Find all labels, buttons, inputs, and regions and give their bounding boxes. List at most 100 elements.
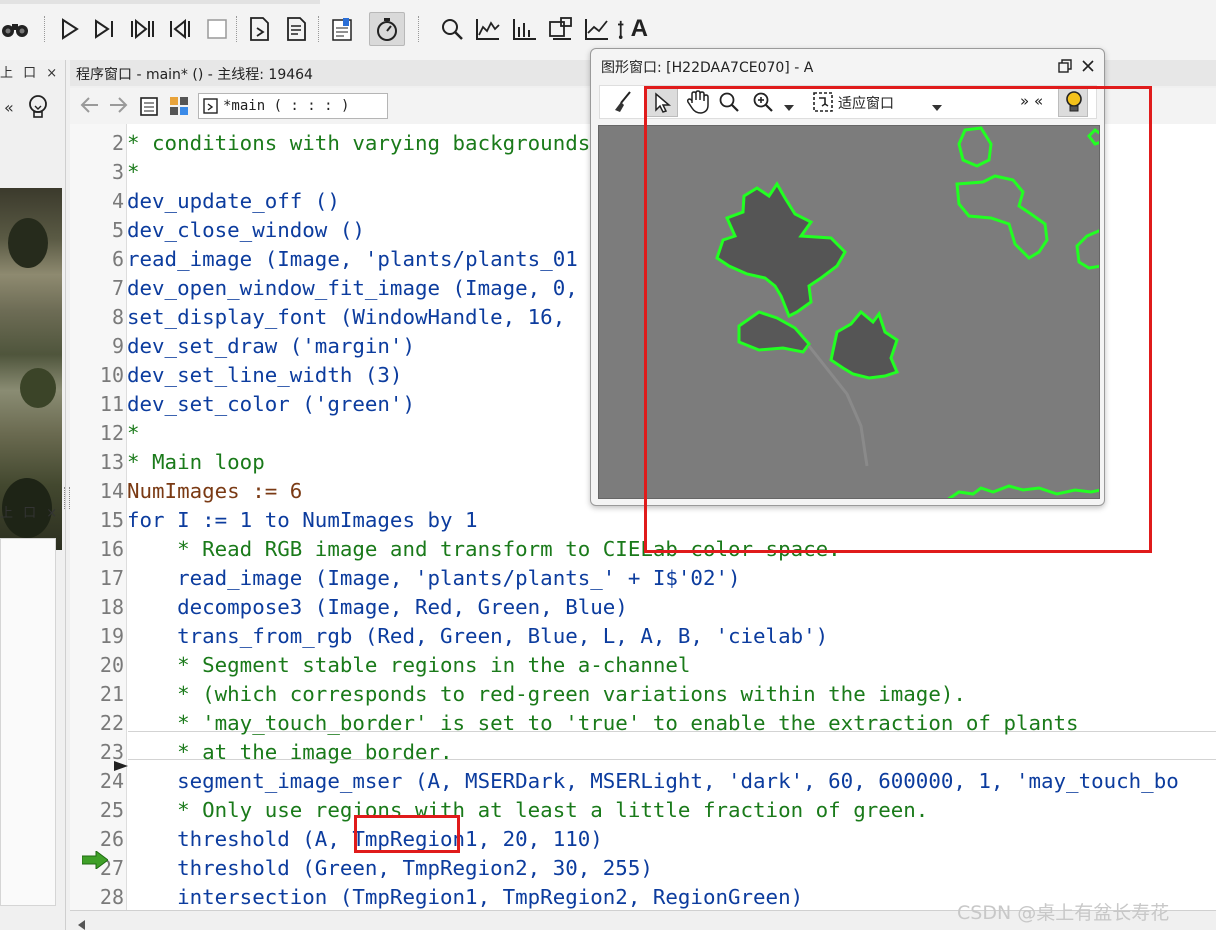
code-line[interactable]: read_image (Image, 'plants/plants_' + I$… — [127, 564, 740, 593]
toolbar-top-strip — [0, 0, 320, 4]
code-token: dev_set_color ('green') — [127, 392, 415, 416]
assistant-icon[interactable] — [282, 12, 312, 46]
forward-icon[interactable] — [108, 96, 128, 118]
close-icon[interactable] — [1081, 58, 1095, 77]
stop-icon[interactable] — [202, 12, 232, 46]
line-number[interactable]: 12 — [70, 419, 124, 448]
line-number[interactable]: 14 — [70, 477, 124, 506]
code-line[interactable]: * at the image border. — [127, 738, 452, 767]
line-number[interactable]: 26 — [70, 825, 124, 854]
code-token: NumImages := 6 — [127, 479, 303, 503]
code-line[interactable]: * 'may_touch_border' is set to 'true' to… — [127, 709, 1079, 738]
code-token: dev_set_line_width (3) — [127, 363, 403, 387]
line-number[interactable]: 11 — [70, 390, 124, 419]
nav-collapse-icon[interactable]: « — [4, 98, 14, 117]
code-token: 'plants/plants_01 — [364, 247, 578, 271]
code-line[interactable]: NumImages := 6 — [127, 477, 302, 506]
program-counter-arrow-icon — [81, 850, 109, 873]
code-line[interactable]: read_image (Image, 'plants/plants_01 — [127, 245, 578, 274]
thumb-shape — [8, 218, 48, 268]
insert-code-icon[interactable] — [245, 12, 275, 46]
step-out-icon[interactable] — [166, 12, 196, 46]
code-token: trans_from_rgb (Red, Green, Blue, L, A, … — [127, 624, 829, 648]
code-token: read_image (Image, — [127, 247, 365, 271]
line-number[interactable]: 20 — [70, 651, 124, 680]
code-line[interactable]: set_display_font (WindowHandle, 16, — [127, 303, 565, 332]
line-number[interactable]: 21 — [70, 680, 124, 709]
code-line[interactable]: threshold (Green, TmpRegion2, 30, 255) — [127, 854, 653, 883]
dock-controls[interactable]: 上 口 × — [0, 62, 60, 81]
code-token: segment_image_mser (A, MSERDark, MSERLig… — [127, 769, 1179, 793]
profiler-icon[interactable] — [369, 12, 405, 46]
line-number[interactable]: 15 — [70, 506, 124, 535]
code-line[interactable]: dev_set_line_width (3) — [127, 361, 402, 390]
gray-histogram-icon[interactable] — [546, 12, 576, 46]
code-line[interactable]: decompose3 (Image, Red, Green, Blue) — [127, 593, 628, 622]
dock-controls-lower[interactable]: 上 口 × — [0, 502, 60, 521]
procedure-label: *main ( : : : ) — [223, 98, 350, 114]
line-number[interactable]: 16 — [70, 535, 124, 564]
line-number[interactable]: 10 — [70, 361, 124, 390]
lightbulb-icon[interactable] — [26, 94, 50, 124]
grid-icon[interactable] — [168, 95, 190, 121]
histogram-icon[interactable] — [473, 12, 503, 46]
step-into-icon[interactable] — [128, 12, 158, 46]
scroll-left-icon[interactable] — [78, 915, 86, 930]
line-number[interactable]: 5 — [70, 216, 124, 245]
line-number[interactable]: 7 — [70, 274, 124, 303]
code-line[interactable]: dev_update_off () — [127, 187, 340, 216]
step-over-icon[interactable] — [90, 12, 120, 46]
code-token: decompose3 (Image, Red, Green, Blue) — [127, 595, 628, 619]
image-thumbnail — [0, 188, 62, 550]
code-line[interactable]: * — [127, 419, 140, 448]
toolbar-separator — [418, 16, 419, 42]
annotation-box-tmpregion1 — [354, 815, 460, 853]
code-line[interactable]: trans_from_rgb (Red, Green, Blue, L, A, … — [127, 622, 828, 651]
clear-brush-icon[interactable] — [612, 90, 634, 118]
code-line[interactable]: * Only use regions with at least a littl… — [127, 796, 928, 825]
line-number[interactable]: 13 — [70, 448, 124, 477]
code-token: intersection (TmpRegion1, TmpRegion2, Re… — [127, 885, 804, 909]
char-icon[interactable]: A — [618, 12, 648, 46]
line-number[interactable]: 18 — [70, 593, 124, 622]
toolbar-separator — [318, 16, 319, 42]
restore-icon[interactable] — [1057, 58, 1073, 78]
line-number[interactable]: 3 — [70, 158, 124, 187]
line-profile-icon[interactable] — [510, 12, 540, 46]
variable-inspect-icon[interactable] — [328, 12, 358, 46]
back-icon[interactable] — [80, 96, 100, 118]
line-number[interactable]: 4 — [70, 187, 124, 216]
thumb-shape — [20, 368, 56, 408]
line-number[interactable]: 6 — [70, 245, 124, 274]
run-icon[interactable] — [55, 12, 85, 46]
zoom-icon[interactable] — [437, 12, 467, 46]
line-number[interactable]: 17 — [70, 564, 124, 593]
line-number[interactable]: 9 — [70, 332, 124, 361]
line-number[interactable]: 22 — [70, 709, 124, 738]
feature-inspect-icon[interactable] — [582, 12, 612, 46]
line-number[interactable]: 25 — [70, 796, 124, 825]
graphics-window-title: 图形窗口: [H22DAA7CE070] - A — [601, 60, 814, 76]
code-line[interactable]: * conditions with varying backgrounds — [127, 129, 590, 158]
code-line[interactable]: * — [127, 158, 140, 187]
line-number[interactable]: 2 — [70, 129, 124, 158]
code-line[interactable]: * Main loop — [127, 448, 265, 477]
code-line[interactable]: * Segment stable regions in the a-channe… — [127, 651, 690, 680]
code-token: * conditions with varying backgrounds — [127, 131, 591, 155]
code-line[interactable]: dev_set_draw ('margin') — [127, 332, 415, 361]
clipboard-icon[interactable] — [138, 95, 160, 121]
binoculars-icon[interactable] — [0, 12, 30, 46]
line-number[interactable]: 28 — [70, 883, 124, 912]
char-label: A — [630, 15, 648, 42]
code-line[interactable]: intersection (TmpRegion1, TmpRegion2, Re… — [127, 883, 803, 912]
code-line[interactable]: dev_set_color ('green') — [127, 390, 415, 419]
code-line[interactable]: for I := 1 to NumImages by 1 — [127, 506, 478, 535]
code-line[interactable]: dev_close_window () — [127, 216, 365, 245]
line-number[interactable]: 8 — [70, 303, 124, 332]
code-line[interactable]: segment_image_mser (A, MSERDark, MSERLig… — [127, 767, 1179, 796]
code-line[interactable]: dev_open_window_fit_image (Image, 0, — [127, 274, 578, 303]
procedure-selector[interactable]: *main ( : : : ) — [198, 93, 388, 119]
code-line[interactable]: * (which corresponds to red-green variat… — [127, 680, 966, 709]
line-number[interactable]: 19 — [70, 622, 124, 651]
lower-dock-panel — [0, 538, 56, 906]
